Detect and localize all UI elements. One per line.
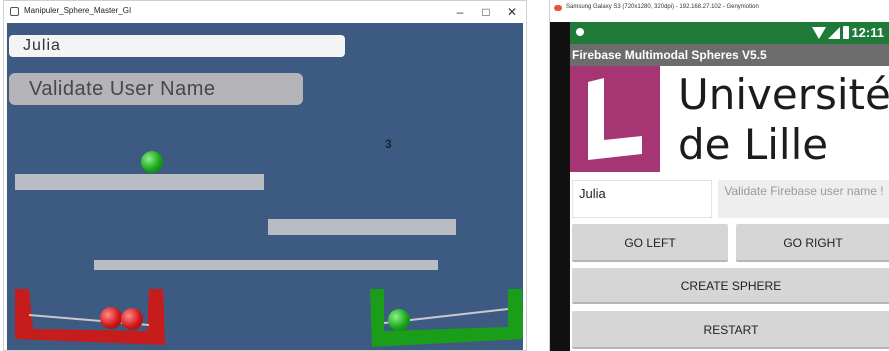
- unity-window: Manipuler_Sphere_Master_GI – □ ✕ Julia V…: [3, 0, 527, 351]
- wifi-icon: [812, 27, 826, 39]
- unity-window-title: Manipuler_Sphere_Master_GI: [24, 6, 132, 15]
- genymotion-window-title: Samsung Galaxy S3 (720x1280, 320dpi) - 1…: [566, 4, 759, 10]
- go-right-button[interactable]: GO RIGHT: [736, 224, 889, 262]
- red-basket: [15, 289, 165, 345]
- signal-icon: [828, 27, 840, 39]
- firebase-user-name-input[interactable]: Julia: [572, 180, 712, 218]
- user-name-input[interactable]: Julia: [9, 35, 345, 57]
- university-logo-icon: [570, 66, 660, 172]
- genymotion-window: Samsung Galaxy S3 (720x1280, 320dpi) - 1…: [549, 0, 889, 351]
- logo-text-line1: Université: [678, 70, 889, 119]
- platform-middle: [268, 219, 456, 235]
- go-left-button[interactable]: GO LEFT: [572, 224, 728, 262]
- logo-text-line2: de Lille: [678, 120, 829, 169]
- platform-bottom: [94, 260, 438, 270]
- red-sphere[interactable]: [100, 307, 122, 329]
- battery-icon: [843, 26, 849, 39]
- genymotion-titlebar: Samsung Galaxy S3 (720x1280, 320dpi) - 1…: [550, 0, 889, 22]
- platform-top: [15, 174, 264, 190]
- minimize-icon[interactable]: –: [446, 3, 474, 21]
- game-viewport[interactable]: Julia Validate User Name 3: [7, 23, 523, 350]
- restart-button[interactable]: RESTART: [572, 311, 889, 349]
- genymotion-app-icon: [554, 5, 562, 11]
- unity-app-icon: [10, 7, 19, 16]
- app-title-bar: Firebase Multimodal Spheres V5.5: [570, 44, 889, 66]
- green-sphere[interactable]: [388, 309, 410, 331]
- red-sphere[interactable]: [121, 308, 143, 330]
- maximize-icon[interactable]: □: [472, 3, 500, 21]
- create-sphere-button[interactable]: CREATE SPHERE: [572, 268, 889, 304]
- android-device-screen: 12:11 Firebase Multimodal Spheres V5.5 U…: [550, 22, 889, 351]
- unity-titlebar: Manipuler_Sphere_Master_GI – □ ✕: [4, 1, 526, 23]
- green-sphere[interactable]: [141, 151, 163, 173]
- app-content: Université de Lille Julia Validate Fireb…: [570, 66, 889, 351]
- android-status-bar: 12:11: [570, 22, 889, 44]
- close-icon[interactable]: ✕: [498, 3, 526, 21]
- validate-user-name-button[interactable]: Validate User Name: [9, 73, 303, 105]
- status-clock: 12:11: [851, 25, 884, 40]
- notification-icon: [576, 28, 584, 36]
- validate-firebase-user-button[interactable]: Validate Firebase user name !: [718, 180, 889, 218]
- score-counter: 3: [385, 137, 392, 151]
